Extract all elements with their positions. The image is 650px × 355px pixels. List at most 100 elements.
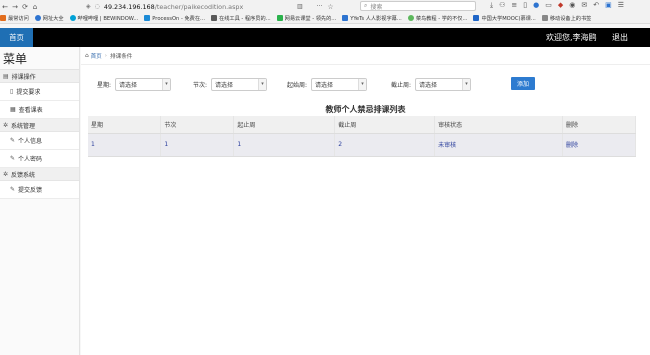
bookmark-item[interactable]: 中国大学MOOC(慕课... xyxy=(473,15,536,22)
menu-icon[interactable]: ☰ xyxy=(618,1,624,10)
sidebar-item-personal-info[interactable]: ✎ 个人信息 xyxy=(0,132,79,150)
reload-icon[interactable]: ⟳ xyxy=(20,1,30,13)
home-icon[interactable]: ⌂ xyxy=(30,1,40,13)
bookmark-item[interactable]: YYeTs 人人影视字幕... xyxy=(342,15,402,22)
url-text: 49.234.196.168/teacher/paikecodition.asp… xyxy=(104,3,243,11)
mail-icon[interactable]: ✉ xyxy=(581,1,587,10)
logout-link[interactable]: 退出 xyxy=(612,32,628,43)
download-icon[interactable]: ⤓ xyxy=(490,1,493,10)
toolbar-icons: ⤓ ⚇ ≡ ▯ ● ▭ ◆ ◉ ✉ ↶ ▣ ☰ xyxy=(490,1,624,10)
filter-period: 节次: 请选择 ▾ xyxy=(193,77,268,91)
sidebar-group-label: 反馈系统 xyxy=(11,171,36,179)
breadcrumb: ⌂ 首页 › 排课条件 xyxy=(81,47,650,65)
bookmark-item[interactable]: 哔哩哔哩 | BEWINDOW... xyxy=(69,15,138,22)
table-title: 教师个人禁忌排课列表 xyxy=(325,105,406,114)
weekday-select[interactable]: 请选择 ▾ xyxy=(115,77,172,91)
library-icon[interactable]: ≡ xyxy=(511,1,517,10)
bookmark-item[interactable]: 网址大全 xyxy=(34,15,64,22)
bookmark-item[interactable]: 菜鸟教程 - 学的不仅... xyxy=(407,15,468,22)
app-header: 首页 欢迎您,李海鸥 退出 xyxy=(0,28,650,47)
bookmark-item[interactable]: 最常访问 xyxy=(0,15,29,22)
home-icon: ⌂ xyxy=(85,52,89,59)
bookmark-favicon-icon xyxy=(541,15,548,21)
bookmark-favicon-icon xyxy=(276,15,283,21)
search-input[interactable]: ⌕ 搜索 xyxy=(360,1,476,11)
delete-link[interactable]: 删除 xyxy=(562,133,636,157)
main-content: ⌂ 首页 › 排课条件 星期: 请选择 ▾ 节次: 请选择 ▾ 起始周: 请选择 ▾ … xyxy=(81,47,650,355)
bookmarks-bar: 最常访问 网址大全 哔哩哔哩 | BEWINDOW... ProcessOn -… xyxy=(0,13,650,24)
column-header-delete: 删除 xyxy=(562,116,636,134)
bookmark-label: 最常访问 xyxy=(8,15,29,22)
sidebar-group-label: 排课操作 xyxy=(11,73,36,81)
bookmark-label: 网址大全 xyxy=(42,15,64,22)
bookmark-item[interactable]: ProcessOn - 免费在... xyxy=(144,15,205,22)
url-host: 49.234.196.168 xyxy=(103,2,155,11)
wrench-icon: ✎ xyxy=(10,137,16,144)
bookmark-star-icon[interactable]: ☆ xyxy=(327,3,333,11)
sidebar-toggle-icon[interactable]: ▯ xyxy=(523,1,527,10)
bookmark-favicon-icon xyxy=(211,15,217,21)
more-actions-button[interactable]: ··· xyxy=(317,3,323,10)
welcome-text: 欢迎您,李海鸥 xyxy=(546,33,597,42)
bookmark-favicon-icon xyxy=(34,15,41,21)
period-select[interactable]: 请选择 ▾ xyxy=(211,77,268,91)
add-button[interactable]: 添加 xyxy=(511,77,535,90)
sidebar-item-submit-feedback[interactable]: ✎ 提交反馈 xyxy=(0,181,79,199)
shield-icon: ◈ xyxy=(86,3,91,10)
sidebar-item-view-timetable[interactable]: ▦ 查看课表 xyxy=(0,101,79,119)
bookmark-item[interactable]: 网易云课堂 - 领先的... xyxy=(276,15,337,22)
select-value: 请选择 xyxy=(119,81,138,89)
filter-label: 星期: xyxy=(97,81,112,89)
bookmark-item[interactable]: 在线工具 - 程序员的... xyxy=(211,15,271,22)
profile-icon[interactable]: ⚇ xyxy=(499,1,505,10)
sidebar-item-submit-request[interactable]: ▯ 提交要求 xyxy=(0,83,79,101)
forward-icon[interactable]: → xyxy=(10,1,20,13)
filter-label: 节次: xyxy=(193,81,208,89)
reader-view-icon[interactable]: ▥ xyxy=(297,3,303,10)
end-week-select[interactable]: 请选择 ▾ xyxy=(415,77,472,91)
document-icon: ▯ xyxy=(10,88,14,95)
select-value: 请选择 xyxy=(215,81,234,89)
chevron-down-icon: ▾ xyxy=(258,78,267,90)
page-actions: ▥ ··· ☆ xyxy=(297,1,334,12)
undo-icon[interactable]: ↶ xyxy=(593,1,599,10)
filter-label: 起始周: xyxy=(287,81,308,89)
select-value: 请选择 xyxy=(315,81,334,89)
bookmark-favicon-icon xyxy=(473,15,480,21)
browser-toolbar: ← → ⟳ ⌂ ◈ ◌ 49.234.196.168/teacher/paike… xyxy=(0,0,650,13)
sidebar-group-label: 系统管理 xyxy=(11,122,36,130)
start-week-select[interactable]: 请选择 ▾ xyxy=(311,77,368,91)
extension-icon[interactable]: ● xyxy=(533,1,539,10)
cell-weekday: 1 xyxy=(88,133,162,157)
gear-icon: ✲ xyxy=(3,121,9,129)
cell-end-week: 2 xyxy=(334,133,436,157)
bookmark-item[interactable]: 移动设备上的书签 xyxy=(541,15,592,22)
wrench-icon: ✎ xyxy=(10,155,16,162)
bookmark-label: 网易云课堂 - 领先的... xyxy=(284,15,337,22)
bookmark-favicon-icon xyxy=(407,15,414,21)
back-icon[interactable]: ← xyxy=(0,1,10,13)
browser-window: ← → ⟳ ⌂ ◈ ◌ 49.234.196.168/teacher/paike… xyxy=(0,0,650,355)
table-header-row: 星期 节次 起止周 截止周 审核状态 删除 xyxy=(88,116,636,134)
select-value: 请选择 xyxy=(419,81,438,89)
bookmark-label: ProcessOn - 免费在... xyxy=(152,15,205,22)
shield-ext-icon[interactable]: ◆ xyxy=(558,1,563,10)
window-icon[interactable]: ▣ xyxy=(605,1,612,10)
sidebar-group-scheduling[interactable]: ▤ 排课操作 xyxy=(0,70,79,83)
cell-start-week: 1 xyxy=(233,133,336,157)
bookmark-label: 在线工具 - 程序员的... xyxy=(219,15,271,22)
globe-icon[interactable]: ◉ xyxy=(569,1,575,10)
bookmark-label: 菜鸟教程 - 学的不仅... xyxy=(415,15,468,22)
breadcrumb-current: 排课条件 xyxy=(110,53,133,60)
sidebar-item-password[interactable]: ✎ 个人密码 xyxy=(0,150,79,168)
bookmark-label: 移动设备上的书签 xyxy=(549,15,592,22)
sidebar-group-feedback[interactable]: ✲ 反馈系统 xyxy=(0,168,79,181)
home-tab[interactable]: 首页 xyxy=(0,28,33,47)
sidebar-group-system[interactable]: ✲ 系统管理 xyxy=(0,119,79,132)
column-header-start-week: 起止周 xyxy=(233,116,336,134)
breadcrumb-home-link[interactable]: 首页 xyxy=(91,52,102,60)
column-header-weekday: 星期 xyxy=(88,116,162,134)
chat-icon[interactable]: ▭ xyxy=(545,1,552,10)
column-header-review-status: 审核状态 xyxy=(434,116,564,134)
filter-label: 截止周: xyxy=(391,81,412,89)
